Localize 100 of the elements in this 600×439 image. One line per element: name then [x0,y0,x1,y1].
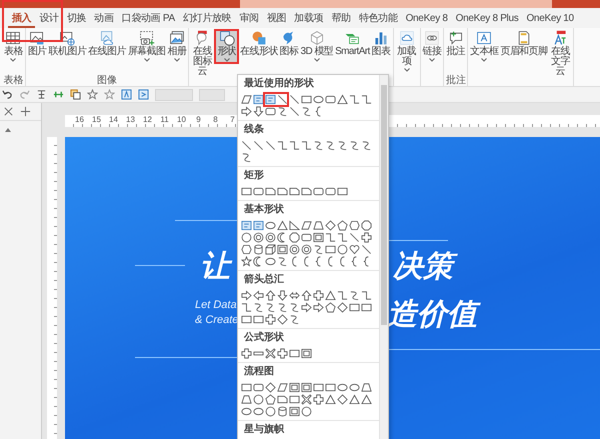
triangle-shape-icon[interactable] [325,394,336,405]
trapezoid-shape-icon[interactable] [313,220,324,231]
rounded-rectangle-shape-icon[interactable] [253,382,264,393]
curve-shape-icon[interactable] [337,140,348,151]
curve-shape-icon[interactable] [241,152,252,163]
hexagon-shape-icon[interactable] [349,220,360,231]
plus-shape-icon[interactable] [361,232,372,243]
cylinder-shape-icon[interactable] [277,406,288,417]
ellipse-shape-icon[interactable] [265,220,276,231]
ribbon-button[interactable]: 文本框 [469,29,500,63]
curve-shape-icon[interactable] [325,140,336,151]
plus-shape-icon[interactable] [277,348,288,359]
plus-shape-icon[interactable] [241,348,252,359]
ribbon-tab[interactable]: 审阅 [235,8,263,28]
circle-shape-icon[interactable] [265,406,276,417]
triangle-shape-icon[interactable] [325,290,336,301]
triangle-shape-icon[interactable] [277,220,288,231]
rounded-rectangle-shape-icon[interactable] [325,94,336,105]
star-icon[interactable] [104,89,115,100]
curve-shape-icon[interactable] [265,302,276,313]
curve-shape-icon[interactable] [277,106,288,117]
curve-shape-icon[interactable] [289,314,300,325]
align-icon[interactable] [53,89,64,100]
plus-shape-icon[interactable] [313,394,324,405]
elbow-connector-shape-icon[interactable] [337,290,348,301]
line-shape-icon[interactable] [241,140,252,151]
diamond-shape-icon[interactable] [265,382,276,393]
circle-shape-icon[interactable] [241,232,252,243]
cube-shape-icon[interactable] [265,244,276,255]
parallelogram-shape-icon[interactable] [241,94,252,105]
frame-shape-icon[interactable] [301,348,312,359]
ribbon-tab[interactable]: 插入 [8,8,36,28]
elbow-connector-shape-icon[interactable] [361,94,372,105]
up-arrow-shape-icon[interactable] [301,290,312,301]
line-shape-icon[interactable] [253,140,264,151]
diamond-shape-icon[interactable] [325,220,336,231]
ribbon-tab[interactable]: 设计 [35,8,63,28]
trapezoid-shape-icon[interactable] [361,382,372,393]
multiply-shape-icon[interactable] [301,394,312,405]
ribbon-button[interactable]: 在线图片 [87,29,127,58]
text-box-shape-icon[interactable] [253,220,264,231]
frame-shape-icon[interactable] [301,382,312,393]
multiply-shape-icon[interactable] [265,348,276,359]
ribbon-tab[interactable]: 视图 [262,8,290,28]
right-arrow-shape-icon[interactable] [241,290,252,301]
text-box-shape-icon[interactable] [253,94,264,105]
plus-shape-icon[interactable] [313,290,324,301]
line-shape-icon[interactable] [361,244,372,255]
elbow-connector-shape-icon[interactable] [349,94,360,105]
pentagon-shape-icon[interactable] [325,302,336,313]
curve-shape-icon[interactable] [289,302,300,313]
layout-icon[interactable] [36,89,47,100]
line-shape-icon[interactable] [289,94,300,105]
cylinder-shape-icon[interactable] [253,244,264,255]
curve-shape-icon[interactable] [313,244,324,255]
rectangle-shape-icon[interactable] [241,382,252,393]
donut-shape-icon[interactable] [253,232,264,243]
ribbon-button[interactable]: 在线文字云 [548,29,572,78]
rounded-rectangle-shape-icon[interactable] [325,186,336,197]
left-arrow-shape-icon[interactable] [253,290,264,301]
ellipse-shape-icon[interactable] [313,94,324,105]
rectangle-shape-icon[interactable] [289,348,300,359]
ellipse-shape-icon[interactable] [337,382,348,393]
rounded-rectangle-shape-icon[interactable] [253,186,264,197]
elbow-connector-shape-icon[interactable] [337,232,348,243]
ribbon-button[interactable]: 批注 [445,29,466,58]
rectangle-shape-icon[interactable] [301,94,312,105]
ribbon-button[interactable]: 链接 [422,29,442,63]
close-icon[interactable] [3,106,14,117]
pentagon-shape-icon[interactable] [265,394,276,405]
frame-shape-icon[interactable] [289,382,300,393]
rounded-rectangle-shape-icon[interactable] [301,232,312,243]
line-shape-icon[interactable] [349,232,360,243]
right-arrow-shape-icon[interactable] [301,302,312,313]
ribbon-button[interactable]: 联机图片 [48,29,88,58]
curve-shape-icon[interactable] [349,140,360,151]
ellipse-shape-icon[interactable] [241,406,252,417]
elbow-connector-shape-icon[interactable] [361,290,372,301]
curve-shape-icon[interactable] [277,256,288,267]
donut-shape-icon[interactable] [301,244,312,255]
double-arrow-shape-icon[interactable] [289,290,300,301]
rectangle-shape-icon[interactable] [325,244,336,255]
ribbon-button[interactable]: 加载项 [394,29,419,73]
rectangle-shape-icon[interactable] [349,302,360,313]
hexagon-shape-icon[interactable] [241,244,252,255]
down-arrow-shape-icon[interactable] [277,290,288,301]
plus-icon[interactable] [20,106,31,117]
parallelogram-shape-icon[interactable] [277,382,288,393]
ribbon-button[interactable]: 页眉和页脚 [499,29,548,58]
ribbon-tab[interactable]: OneKey 8 Plus [452,8,522,28]
parallelogram-shape-icon[interactable] [301,220,312,231]
circle-shape-icon[interactable] [337,244,348,255]
elbow-connector-shape-icon[interactable] [289,140,300,151]
text-box-icon[interactable] [138,89,149,100]
ribbon-tab[interactable]: 切换 [62,8,90,28]
triangle-shape-icon[interactable] [361,394,372,405]
rectangle-shape-icon[interactable] [361,302,372,313]
octagon-shape-icon[interactable] [361,220,372,231]
line-shape-icon[interactable] [277,94,288,105]
ribbon-tab[interactable]: 加载项 [290,8,328,28]
